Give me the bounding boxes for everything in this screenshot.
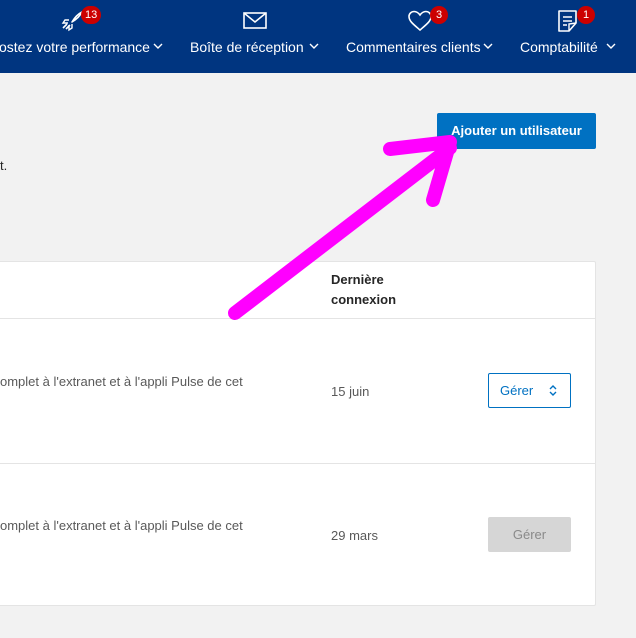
add-user-button[interactable]: Ajouter un utilisateur (437, 113, 596, 149)
notification-badge: 1 (577, 6, 595, 24)
manage-button[interactable]: Gérer (488, 373, 571, 408)
column-header-last-login: Dernière connexion (331, 270, 396, 310)
row-divider (0, 318, 596, 319)
row-last-login: 15 juin (331, 384, 370, 399)
nav-item-label: ostez votre performance (0, 39, 150, 55)
heart-icon (408, 10, 432, 32)
envelope-icon (243, 12, 267, 29)
row-last-login: 29 mars (331, 528, 378, 543)
row-description: omplet à l'extranet et à l'appli Pulse d… (0, 518, 243, 533)
nav-item-inbox[interactable]: Boîte de réception (185, 0, 325, 73)
rocket-icon (61, 11, 83, 32)
row-description: omplet à l'extranet et à l'appli Pulse d… (0, 374, 243, 389)
nav-item-label: Boîte de réception (190, 39, 304, 55)
chevron-down-icon (309, 43, 319, 49)
page-description: t. (0, 158, 8, 173)
manage-button-label: Gérer (500, 383, 534, 398)
manage-button-disabled: Gérer (488, 517, 571, 552)
column-header-line-1: Dernière (331, 272, 384, 287)
row-divider (0, 463, 596, 464)
nav-item-performance[interactable]: 13 ostez votre performance (0, 0, 170, 73)
notification-badge: 13 (81, 6, 102, 24)
chevron-down-icon (606, 43, 616, 49)
chevron-up-down-icon (549, 385, 557, 396)
chevron-down-icon (483, 43, 493, 49)
nav-item-label: Commentaires clients (346, 39, 481, 55)
top-navigation: 13 ostez votre performance Boîte de réce… (0, 0, 636, 73)
notification-badge: 3 (430, 6, 448, 24)
column-header-line-2: connexion (331, 292, 397, 307)
nav-item-reviews[interactable]: 3 Commentaires clients (340, 0, 500, 73)
users-table (0, 261, 596, 606)
chevron-down-icon (153, 43, 163, 49)
nav-item-accounting[interactable]: 1 Comptabilité (515, 0, 636, 73)
nav-item-label: Comptabilité (520, 39, 598, 55)
